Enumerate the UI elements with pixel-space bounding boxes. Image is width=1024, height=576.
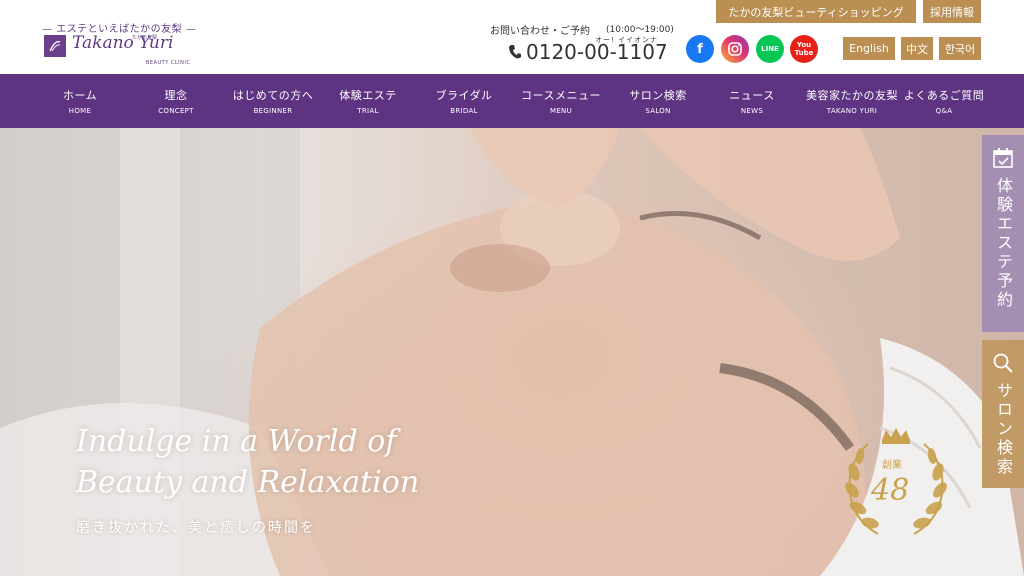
nav-sublabel: NEWS xyxy=(740,107,764,115)
lang-korean-button[interactable]: 한국어 xyxy=(939,37,981,60)
nav-item-salon[interactable]: サロン検索 SALON xyxy=(618,74,698,128)
nav-sublabel: CONCEPT xyxy=(158,107,194,115)
nav-sublabel: BEGINNER xyxy=(253,107,293,115)
side-salon-search-tab[interactable]: サロン検索 xyxy=(982,340,1024,488)
nav-label: はじめての方へ xyxy=(232,89,314,102)
youtube-icon[interactable]: You Tube xyxy=(790,35,818,63)
crown-icon xyxy=(882,428,910,444)
nav-sublabel: TRIAL xyxy=(357,107,379,115)
nav-label: よくあるご質問 xyxy=(903,89,985,102)
nav-sublabel: HOME xyxy=(68,107,92,115)
phone-icon xyxy=(509,45,521,59)
nav-item-menu[interactable]: コースメニュー MENU xyxy=(514,74,608,128)
search-icon xyxy=(993,353,1013,373)
hero-banner: Indulge in a World of Beauty and Relaxat… xyxy=(0,128,1024,576)
nav-sublabel: SALON xyxy=(645,107,671,115)
hero-title-line1: Indulge in a World of xyxy=(76,424,397,459)
badge-founded-label: 創業 xyxy=(882,460,902,471)
nav-label: 理念 xyxy=(164,89,188,102)
site-header: — エステといえばたかの友梨 — たかの友梨 Takano Yuri BEAUT… xyxy=(0,0,1024,74)
hero-subtitle: 磨き抜かれた、美と癒しの時間を xyxy=(76,520,316,536)
contact-label: お問い合わせ・ご予約 xyxy=(490,26,590,37)
side-trial-label: 体験エステ予約 xyxy=(994,177,1013,310)
anniversary-badge: 創業 48 xyxy=(838,426,954,546)
side-trial-reservation-tab[interactable]: 体験エステ予約 xyxy=(982,135,1024,332)
phone-number-link[interactable]: 0120-00-1107 xyxy=(508,40,668,64)
nav-item-beginner[interactable]: はじめての方へ BEGINNER xyxy=(224,74,322,128)
nav-item-qa[interactable]: よくあるご質問 Q&A xyxy=(902,74,986,128)
hero-title: Indulge in a World of Beauty and Relaxat… xyxy=(76,421,419,503)
side-salon-label: サロン検索 xyxy=(994,382,1013,477)
logo-sub: BEAUTY CLINIC xyxy=(146,60,191,66)
nav-label: 体験エステ xyxy=(339,89,397,102)
nav-item-bridal[interactable]: ブライダル BRIDAL xyxy=(424,74,504,128)
phone-number: 0120-00-1107 xyxy=(526,40,668,64)
nav-label: ニュース xyxy=(729,89,775,102)
calendar-icon xyxy=(993,148,1013,168)
line-icon[interactable]: LINE xyxy=(756,35,784,63)
nav-sublabel: MENU xyxy=(549,107,573,115)
nav-item-trial[interactable]: 体験エステ TRIAL xyxy=(328,74,408,128)
nav-sublabel: Q&A xyxy=(935,107,953,115)
nav-item-news[interactable]: ニュース NEWS xyxy=(712,74,792,128)
badge-years: 48 xyxy=(871,473,910,508)
beauty-shopping-button[interactable]: たかの友梨ビューティショッピング xyxy=(716,0,916,23)
logo-mark-icon xyxy=(44,35,66,57)
site-logo[interactable]: — エステといえばたかの友梨 — たかの友梨 Takano Yuri BEAUT… xyxy=(42,20,196,68)
nav-item-concept[interactable]: 理念 CONCEPT xyxy=(136,74,216,128)
nav-sublabel: TAKANO YURI xyxy=(826,107,878,115)
nav-label: コースメニュー xyxy=(521,89,601,102)
main-nav: ホーム HOME 理念 CONCEPT はじめての方へ BEGINNER 体験エ… xyxy=(0,74,1024,128)
logo-name: Takano Yuri xyxy=(72,33,174,53)
nav-sublabel: BRIDAL xyxy=(450,107,478,115)
nav-label: 美容家たかの友梨 xyxy=(806,89,898,102)
instagram-icon[interactable] xyxy=(721,35,749,63)
contact-hours: (10:00〜19:00) xyxy=(606,25,674,35)
lang-chinese-button[interactable]: 中文 xyxy=(901,37,933,60)
nav-item-home[interactable]: ホーム HOME xyxy=(40,74,120,128)
recruit-button[interactable]: 採用情報 xyxy=(923,0,981,23)
facebook-icon[interactable]: f xyxy=(686,35,714,63)
nav-label: ブライダル xyxy=(435,89,493,102)
nav-item-takano-yuri[interactable]: 美容家たかの友梨 TAKANO YURI xyxy=(800,74,904,128)
nav-label: ホーム xyxy=(62,89,98,102)
hero-title-line2: Beauty and Relaxation xyxy=(76,465,420,500)
lang-english-button[interactable]: English xyxy=(843,37,895,60)
nav-label: サロン検索 xyxy=(629,89,687,102)
